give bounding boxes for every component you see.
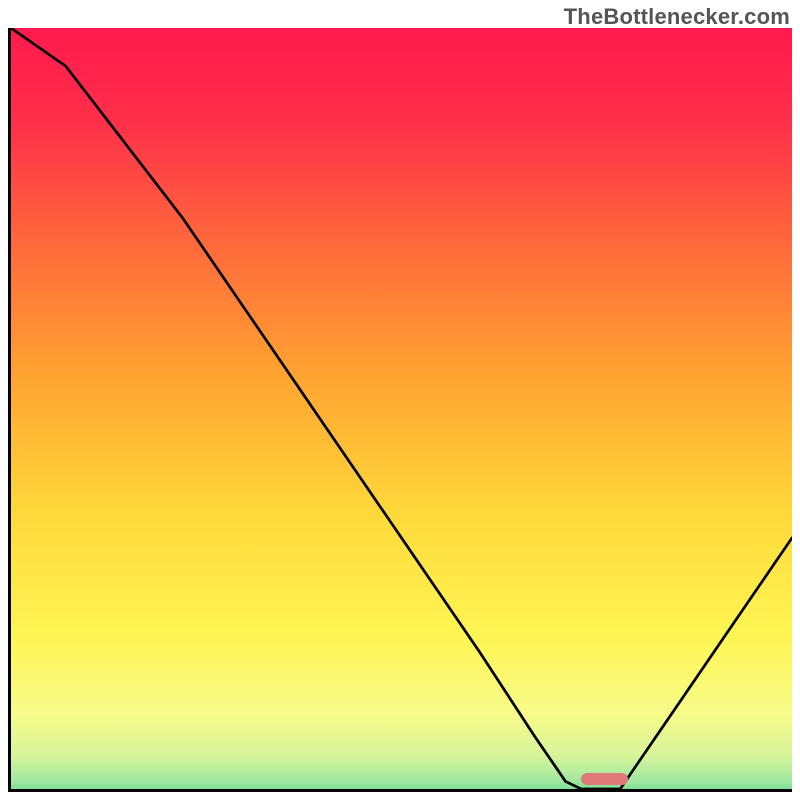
brand-watermark: TheBottlenecker.com [564,4,790,30]
chart-plot-area [8,28,792,792]
chart-flat-marker [581,773,628,785]
chart-curve [11,28,792,789]
